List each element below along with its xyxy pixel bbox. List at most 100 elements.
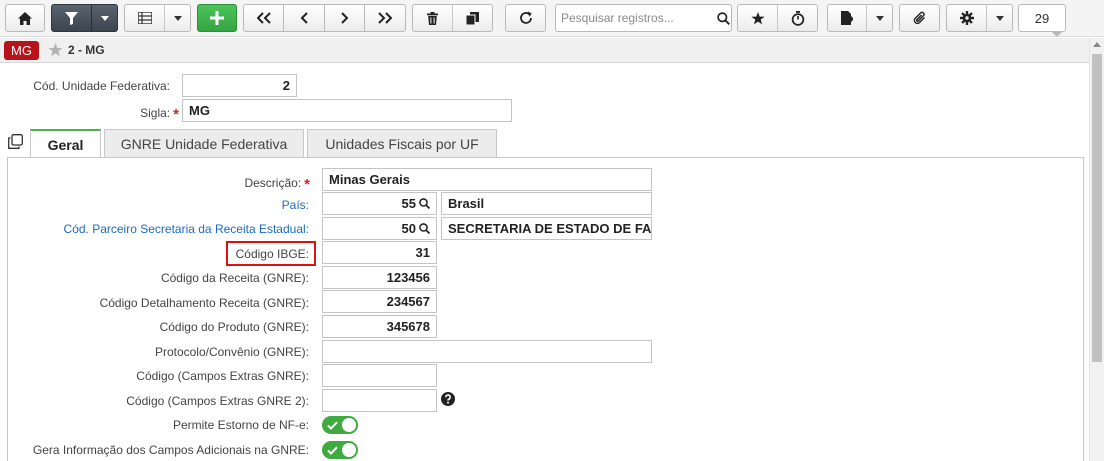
tab-gnre-label: GNRE Unidade Federativa — [120, 136, 288, 152]
parceiro-code-field[interactable]: 50 — [322, 217, 437, 240]
receita-label: Código da Receita (GNRE): — [160, 271, 309, 285]
pais-code-value: 55 — [401, 196, 416, 211]
delete-button[interactable] — [412, 4, 453, 32]
first-record-button[interactable] — [243, 4, 284, 32]
pais-name-value: Brasil — [448, 196, 485, 211]
pais-label[interactable]: País: — [282, 198, 309, 212]
star-icon — [750, 11, 765, 24]
record-counter: 29 — [1018, 4, 1066, 37]
list-icon — [137, 12, 152, 24]
cod-uf-field[interactable]: 2 — [182, 74, 297, 97]
descricao-field[interactable]: Minas Gerais — [322, 168, 652, 191]
required-asterisk: * — [173, 106, 179, 123]
chevron-down-icon — [173, 15, 182, 21]
parceiro-label[interactable]: Cód. Parceiro Secretaria da Receita Esta… — [64, 222, 309, 236]
favorite-button[interactable] — [737, 4, 778, 32]
trash-icon — [427, 11, 438, 25]
next-record-button[interactable] — [325, 4, 365, 32]
chevron-down-icon — [995, 15, 1004, 21]
star-icon[interactable] — [48, 43, 63, 57]
copy-icon — [466, 11, 479, 25]
toggle-knob — [342, 418, 356, 432]
extras2-label: Código (Campos Extras GNRE 2): — [126, 394, 309, 408]
detalhamento-value: 234567 — [386, 294, 430, 309]
record-title: 2 - MG — [67, 43, 105, 57]
sigla-field[interactable]: MG — [182, 99, 512, 122]
previous-record-button[interactable] — [284, 4, 325, 32]
toolbar: 29 — [0, 0, 1104, 37]
search-input[interactable] — [556, 5, 716, 31]
pais-code-field[interactable]: 55 — [322, 192, 437, 215]
report-icon — [841, 11, 853, 25]
timer-button[interactable] — [777, 4, 818, 32]
settings-button[interactable] — [946, 4, 987, 32]
receita-field[interactable]: 123456 — [322, 266, 437, 289]
paperclip-icon — [913, 11, 925, 25]
attachments-button[interactable] — [899, 4, 940, 32]
scroll-up-arrow-icon[interactable] — [1093, 42, 1101, 47]
ibge-field[interactable]: 31 — [322, 241, 437, 264]
grid-view-button[interactable] — [124, 4, 165, 32]
next-icon — [340, 12, 348, 24]
sigla-label: Sigla: * — [140, 106, 179, 123]
produto-value: 345678 — [386, 319, 430, 334]
descricao-label: Descrição: * — [244, 176, 310, 193]
tab-unidades-fiscais[interactable]: Unidades Fiscais por UF — [307, 129, 497, 158]
cod-uf-label: Cód. Unidade Federativa: — [33, 79, 170, 93]
settings-dropdown-button[interactable] — [986, 4, 1013, 32]
record-header: MG 2 - MG — [0, 38, 1089, 63]
vertical-scrollbar[interactable] — [1089, 38, 1104, 461]
tab-geral-label: Geral — [47, 137, 84, 153]
detalhamento-label: Código Detalhamento Receita (GNRE): — [99, 296, 309, 310]
gera-info-label: Gera Informação dos Campos Adicionais na… — [32, 443, 309, 457]
duplicate-button[interactable] — [452, 4, 493, 32]
detalhamento-field[interactable]: 234567 — [322, 290, 437, 313]
scroll-thumb[interactable] — [1092, 54, 1102, 362]
check-icon — [327, 421, 338, 430]
cod-uf-value: 2 — [282, 78, 290, 93]
search-icon[interactable] — [419, 223, 430, 234]
previous-icon — [300, 12, 308, 24]
protocolo-field[interactable] — [322, 340, 652, 363]
extras-label: Código (Campos Extras GNRE): — [136, 369, 309, 383]
estorno-toggle[interactable] — [322, 416, 358, 434]
toggle-knob — [342, 443, 356, 457]
copy-layout-icon[interactable] — [8, 134, 23, 152]
sigla-value: MG — [189, 103, 210, 118]
produto-field[interactable]: 345678 — [322, 315, 437, 338]
home-button[interactable] — [5, 4, 45, 32]
ibge-value: 31 — [415, 245, 430, 260]
receita-value: 123456 — [386, 270, 430, 285]
filter-button[interactable] — [51, 4, 92, 32]
add-record-button[interactable] — [197, 4, 237, 32]
tab-unidades-label: Unidades Fiscais por UF — [325, 136, 479, 152]
refresh-button[interactable] — [505, 4, 546, 32]
search-box — [555, 4, 732, 32]
tab-geral[interactable]: Geral — [30, 129, 101, 159]
help-icon[interactable] — [441, 392, 455, 409]
parceiro-name-value: SECRETARIA DE ESTADO DE FA — [448, 221, 652, 236]
record-counter-value: 29 — [1034, 10, 1050, 26]
reports-button[interactable] — [827, 4, 867, 32]
gear-icon — [959, 11, 974, 25]
record-badge: MG — [4, 40, 39, 60]
search-icon[interactable] — [716, 11, 731, 25]
extras-field[interactable] — [322, 364, 437, 387]
stopwatch-icon — [791, 10, 804, 26]
last-record-button[interactable] — [365, 4, 406, 32]
filter-dropdown-button[interactable] — [91, 4, 118, 32]
check-icon — [327, 446, 338, 455]
pais-name-field: Brasil — [441, 192, 652, 215]
parceiro-name-field: SECRETARIA DE ESTADO DE FA — [441, 217, 652, 240]
required-asterisk: * — [304, 176, 310, 193]
extras2-field[interactable] — [322, 389, 437, 412]
plus-icon — [210, 11, 224, 25]
reports-dropdown-button[interactable] — [866, 4, 893, 32]
search-icon[interactable] — [419, 198, 430, 209]
chevron-down-icon — [875, 15, 884, 21]
tab-gnre-unidade-federativa[interactable]: GNRE Unidade Federativa — [104, 129, 304, 158]
home-icon — [18, 11, 32, 25]
grid-view-dropdown-button[interactable] — [164, 4, 191, 32]
gera-info-toggle[interactable] — [322, 441, 358, 459]
chevron-down-icon — [100, 15, 109, 21]
